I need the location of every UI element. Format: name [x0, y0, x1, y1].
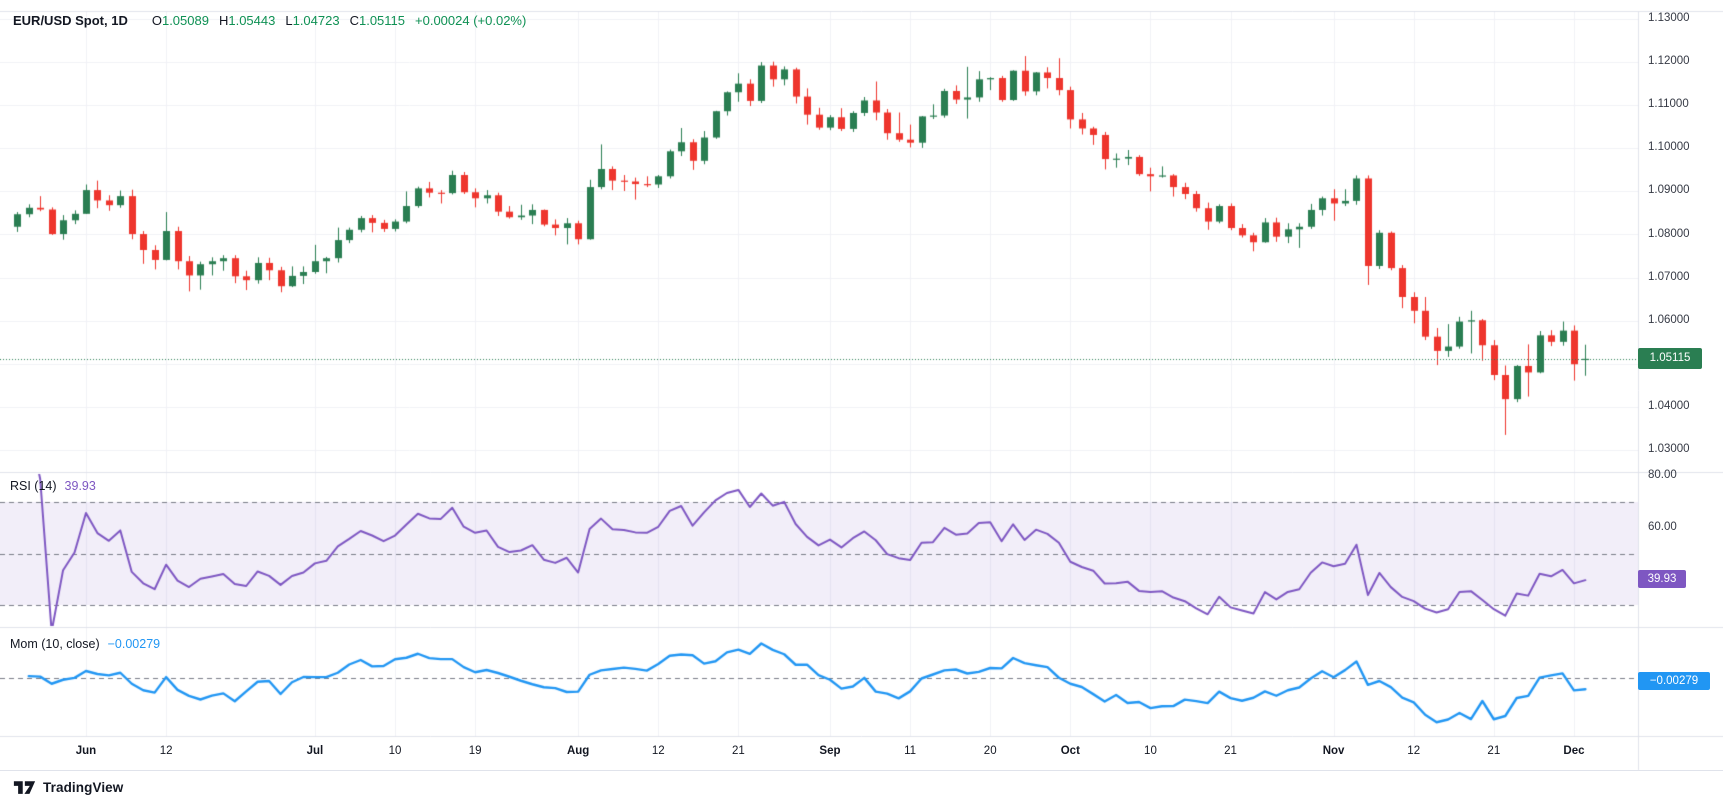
- time-axis-label: Jul: [293, 745, 337, 757]
- change-value: +0.00024 (+0.02%): [415, 13, 526, 28]
- time-axis-label: Dec: [1552, 745, 1596, 757]
- low-value: 1.04723: [293, 13, 340, 28]
- time-axis-label: 21: [1209, 745, 1253, 757]
- time-axis-label: 21: [716, 745, 760, 757]
- price-axis-label: 1.07000: [1648, 271, 1690, 283]
- time-axis-label: 20: [968, 745, 1012, 757]
- price-axis-label: 1.12000: [1648, 55, 1690, 67]
- price-chart-canvas[interactable]: [0, 0, 1723, 803]
- low-label: L: [285, 13, 292, 28]
- price-axis-label: 1.04000: [1648, 400, 1690, 412]
- momentum-value-badge: −0.00279: [1638, 672, 1710, 690]
- time-axis-label: Oct: [1048, 745, 1092, 757]
- momentum-pane-legend: Mom (10, close) −0.00279: [10, 637, 160, 651]
- price-axis-label: 1.10000: [1648, 141, 1690, 153]
- time-axis-label: 11: [888, 745, 932, 757]
- current-price-badge: 1.05115: [1638, 348, 1702, 369]
- price-axis-label: 1.11000: [1648, 98, 1689, 110]
- time-axis-label: 10: [373, 745, 417, 757]
- time-axis-label: Sep: [808, 745, 852, 757]
- time-axis-label: Nov: [1312, 745, 1356, 757]
- price-axis-label: 1.03000: [1648, 443, 1690, 455]
- rsi-value: 39.93: [65, 479, 96, 493]
- rsi-value-badge: 39.93: [1638, 570, 1686, 588]
- high-label: H: [219, 13, 228, 28]
- close-label: C: [350, 13, 359, 28]
- momentum-value: −0.00279: [108, 637, 160, 651]
- time-axis-label: Aug: [556, 745, 600, 757]
- tradingview-logo-icon: [13, 778, 36, 797]
- rsi-pane-legend: RSI (14) 39.93: [10, 479, 96, 493]
- tradingview-brand-text: TradingView: [43, 780, 123, 795]
- time-axis-label: Jun: [64, 745, 108, 757]
- chart-legend: EUR/USD Spot, 1D O1.05089 H1.05443 L1.04723…: [13, 13, 526, 28]
- close-value: 1.05115: [359, 13, 405, 28]
- price-axis-label: 1.08000: [1648, 228, 1690, 240]
- footer-bar: TradingView: [0, 770, 1723, 804]
- time-axis-label: 12: [636, 745, 680, 757]
- symbol-title[interactable]: EUR/USD Spot, 1D: [13, 13, 128, 28]
- price-axis-label: 1.06000: [1648, 314, 1690, 326]
- high-value: 1.05443: [228, 13, 275, 28]
- price-axis-label: 1.13000: [1648, 12, 1690, 24]
- time-axis-label: 12: [1392, 745, 1436, 757]
- time-axis-label: 19: [453, 745, 497, 757]
- time-axis-label: 12: [144, 745, 188, 757]
- rsi-axis-label: 80.00: [1648, 469, 1677, 481]
- price-axis-label: 1.09000: [1648, 184, 1690, 196]
- tradingview-chart-widget: { "header": { "symbol": "EUR/USD Spot, 1…: [0, 0, 1723, 803]
- price-axis[interactable]: 1.05115 39.93 −0.00279 1.13000 1.12000 1.1…: [1638, 0, 1723, 770]
- open-label: O: [152, 13, 162, 28]
- tradingview-attribution-link[interactable]: TradingView: [13, 778, 123, 797]
- time-axis[interactable]: Jun 12 Jul 10 19 Aug 12 21 Sep 11 20 Oct 10 21 Nov 12 21…: [0, 736, 1638, 770]
- rsi-title[interactable]: RSI (14): [10, 479, 57, 493]
- momentum-title[interactable]: Mom (10, close): [10, 637, 100, 651]
- time-axis-label: 21: [1472, 745, 1516, 757]
- open-value: 1.05089: [162, 13, 209, 28]
- rsi-axis-label: 60.00: [1648, 521, 1677, 533]
- time-axis-label: 10: [1128, 745, 1172, 757]
